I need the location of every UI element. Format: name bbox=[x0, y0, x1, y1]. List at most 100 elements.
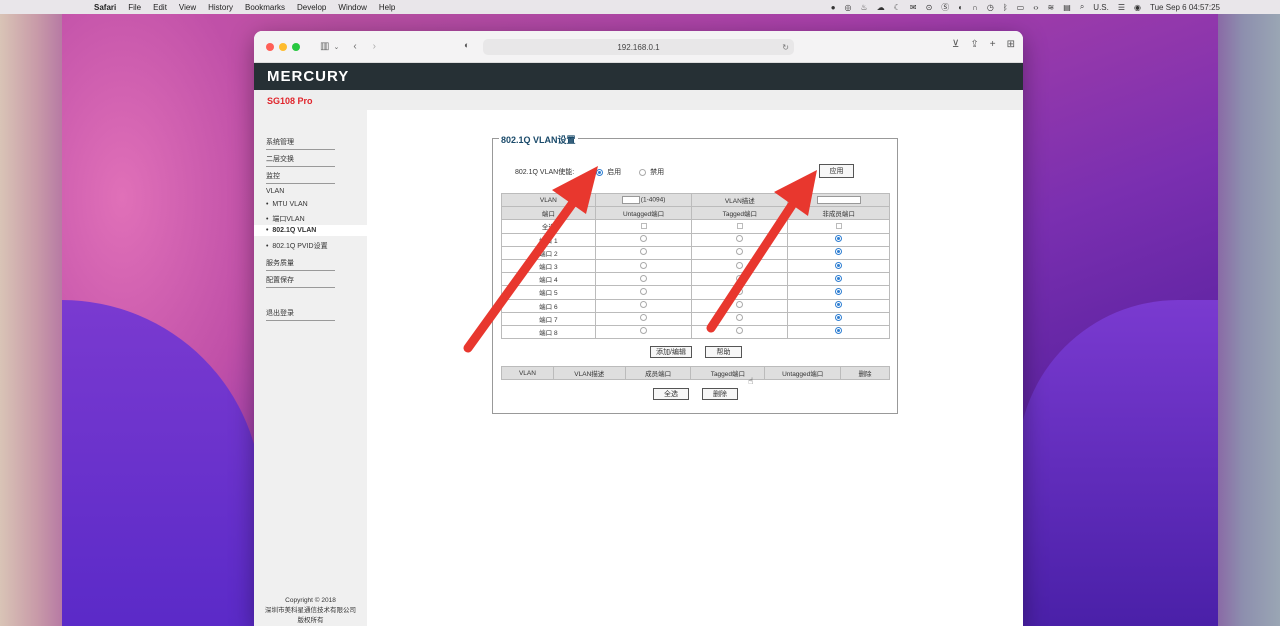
siri-icon[interactable]: ◉ bbox=[1134, 3, 1141, 12]
select-all-label: 全选 bbox=[501, 219, 596, 234]
tab-overview-icon[interactable]: ⊞ bbox=[1007, 39, 1015, 50]
nonmember-radio[interactable] bbox=[835, 261, 843, 269]
status-icon[interactable]: ● bbox=[831, 3, 836, 12]
wallpaper-shape bbox=[1018, 300, 1218, 626]
menu-window[interactable]: Window bbox=[332, 3, 372, 12]
untagged-select-all-checkbox[interactable] bbox=[640, 223, 647, 230]
battery-icon[interactable]: ▭ bbox=[1017, 3, 1025, 12]
clock-datetime[interactable]: Tue Sep 6 04:57:25 bbox=[1150, 3, 1220, 12]
address-bar[interactable]: 192.168.0.1 ↻ bbox=[483, 39, 794, 55]
untagged-radio[interactable] bbox=[640, 301, 648, 309]
nonmember-radio[interactable] bbox=[835, 235, 843, 243]
nonmember-radio[interactable] bbox=[835, 301, 843, 309]
share-icon[interactable]: ⇪ bbox=[970, 39, 978, 50]
control-center-icon[interactable]: ☰ bbox=[1118, 3, 1125, 12]
nonmember-radio[interactable] bbox=[835, 287, 843, 295]
nav-qos[interactable]: 服务质量 bbox=[266, 258, 335, 271]
nav-mtu-vlan[interactable]: • MTU VLAN bbox=[266, 201, 308, 208]
model-name: SG108 Pro bbox=[267, 96, 313, 106]
nav-save-config[interactable]: 配置保存 bbox=[266, 275, 335, 288]
nav-vlan[interactable]: VLAN bbox=[266, 188, 284, 195]
headphones-icon[interactable]: ∩ bbox=[972, 3, 978, 12]
code-icon[interactable]: ‹› bbox=[1033, 3, 1038, 12]
bluetooth-icon[interactable]: ᛒ bbox=[1003, 3, 1008, 12]
menu-file[interactable]: File bbox=[122, 3, 147, 12]
vlan-settings-panel: 802.1Q VLAN设置 802.1Q VLAN使能: 启用 禁用 应用 VL… bbox=[492, 133, 898, 414]
status-icon[interactable]: ◎ bbox=[845, 3, 852, 12]
photo-edge-left bbox=[0, 0, 62, 626]
status-icon[interactable]: Ⓢ bbox=[941, 2, 949, 13]
disable-radio[interactable] bbox=[639, 168, 647, 176]
nonmember-radio[interactable] bbox=[835, 248, 843, 256]
tagged-select-all-checkbox[interactable] bbox=[736, 223, 743, 230]
wechat-icon[interactable]: ✉ bbox=[910, 3, 917, 12]
cloud-icon[interactable]: ☁ bbox=[877, 3, 885, 12]
nav-port-vlan[interactable]: • 端口VLAN bbox=[266, 214, 305, 224]
nonmember-radio[interactable] bbox=[835, 327, 843, 335]
tagged-radio[interactable] bbox=[736, 287, 744, 295]
close-button[interactable] bbox=[266, 42, 274, 51]
search-icon[interactable]: ⌕ bbox=[1080, 2, 1084, 12]
nav-logout[interactable]: 退出登录 bbox=[266, 308, 335, 321]
menu-edit[interactable]: Edit bbox=[147, 3, 173, 12]
tagged-radio[interactable] bbox=[736, 248, 744, 256]
nav-pvid[interactable]: • 802.1Q PVID设置 bbox=[266, 241, 328, 251]
status-icon[interactable]: ⊙ bbox=[926, 3, 933, 12]
table-row: 端口 5 bbox=[501, 285, 890, 300]
clock-icon[interactable]: ◷ bbox=[987, 3, 994, 12]
untagged-radio[interactable] bbox=[640, 327, 648, 335]
tagged-radio[interactable] bbox=[736, 327, 744, 335]
untagged-radio[interactable] bbox=[640, 261, 648, 269]
reload-icon[interactable]: ↻ bbox=[782, 43, 789, 52]
apply-button[interactable]: 应用 bbox=[819, 164, 854, 178]
tagged-radio[interactable] bbox=[736, 261, 744, 269]
vlan-label: VLAN bbox=[501, 192, 596, 208]
status-icon[interactable]: ◐ bbox=[958, 3, 963, 12]
untagged-radio[interactable] bbox=[640, 248, 648, 256]
privacy-shield-icon[interactable]: ◐ bbox=[464, 40, 469, 50]
select-all-button[interactable]: 全选 bbox=[653, 388, 689, 400]
download-icon[interactable]: ⊻ bbox=[952, 39, 959, 50]
tagged-radio[interactable] bbox=[736, 235, 744, 243]
delete-button[interactable]: 删除 bbox=[702, 388, 738, 400]
menu-develop[interactable]: Develop bbox=[291, 3, 332, 12]
untagged-radio[interactable] bbox=[640, 287, 648, 295]
add-edit-button[interactable]: 添加/编辑 bbox=[650, 346, 692, 358]
new-tab-icon[interactable]: + bbox=[990, 39, 996, 50]
menu-view[interactable]: View bbox=[173, 3, 202, 12]
sidebar-icon[interactable]: ▥ bbox=[320, 41, 329, 52]
nav-layer2[interactable]: 二层交换 bbox=[266, 154, 335, 167]
nonmember-radio[interactable] bbox=[835, 274, 843, 282]
vlan-id-input[interactable] bbox=[621, 196, 640, 205]
menu-history[interactable]: History bbox=[202, 3, 239, 12]
menu-app-name[interactable]: Safari bbox=[88, 3, 122, 12]
untagged-radio[interactable] bbox=[640, 235, 648, 243]
minimize-button[interactable] bbox=[279, 42, 287, 51]
untagged-radio[interactable] bbox=[640, 314, 648, 322]
chevron-down-icon[interactable]: ⌄ bbox=[333, 43, 339, 51]
menu-bookmarks[interactable]: Bookmarks bbox=[239, 3, 291, 12]
nav-monitor[interactable]: 监控 bbox=[266, 171, 335, 184]
enable-radio[interactable] bbox=[596, 168, 604, 176]
status-icon[interactable]: ♨ bbox=[861, 3, 868, 12]
copyright-footer: Copyright © 2018 深圳市美科星通信技术有限公司 版权所有 bbox=[265, 597, 356, 624]
wifi-icon[interactable]: ≋ bbox=[1048, 3, 1055, 12]
nav-8021q-vlan[interactable]: • 802.1Q VLAN bbox=[254, 225, 367, 236]
forward-icon[interactable]: › bbox=[373, 41, 376, 52]
nav-system[interactable]: 系统管理 bbox=[266, 137, 335, 150]
nonmember-select-all-checkbox[interactable] bbox=[835, 223, 842, 230]
input-source[interactable]: U.S. bbox=[1093, 3, 1109, 12]
tagged-radio[interactable] bbox=[736, 314, 744, 322]
tagged-radio[interactable] bbox=[736, 274, 744, 282]
port-label: 端口 3 bbox=[501, 258, 596, 274]
zoom-button[interactable] bbox=[292, 42, 300, 51]
menu-help[interactable]: Help bbox=[373, 3, 401, 12]
moon-icon[interactable]: ☾ bbox=[894, 3, 901, 12]
help-button[interactable]: 帮助 bbox=[705, 346, 742, 358]
vlan-desc-input[interactable] bbox=[816, 196, 861, 205]
back-icon[interactable]: ‹ bbox=[353, 41, 356, 52]
tagged-radio[interactable] bbox=[736, 301, 744, 309]
keyboard-icon[interactable]: ▤ bbox=[1063, 3, 1071, 12]
untagged-radio[interactable] bbox=[640, 274, 648, 282]
nonmember-radio[interactable] bbox=[835, 314, 843, 322]
